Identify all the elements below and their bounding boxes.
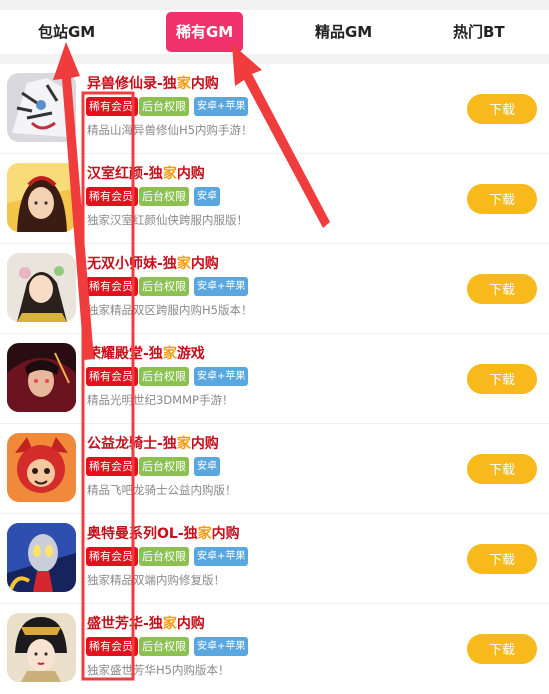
tag-platform: 安卓+苹果 [194,547,249,566]
tag-admin: 后台权限 [139,97,189,116]
tag-platform: 安卓+苹果 [194,277,249,296]
game-description: 独家精品双区跨服内购H5版本！ [87,303,253,317]
game-row[interactable]: 无双小师妹-独家内购 稀有会员 后台权限 安卓+苹果 独家精品双区跨服内购H5版… [0,244,549,334]
game-title[interactable]: 奥特曼系列OL-独家内购 [87,523,240,543]
tag-vip: 稀有会员 [86,547,138,566]
download-button[interactable]: 下载 [467,544,537,574]
tag-platform: 安卓+苹果 [194,367,249,386]
game-title[interactable]: 盛世芳华-独家内购 [87,613,205,633]
dragon-knight-game-icon[interactable] [7,433,76,502]
top-strip [0,0,549,10]
tag-platform: 安卓 [194,187,220,206]
tag-vip: 稀有会员 [86,97,138,116]
tag-admin: 后台权限 [139,547,189,566]
tag-platform: 安卓+苹果 [194,637,249,656]
tab-remen-bt[interactable]: 热门BT [453,12,505,52]
tag-vip: 稀有会员 [86,187,138,206]
tag-vip: 稀有会员 [86,637,138,656]
game-title[interactable]: 公益龙骑士-独家内购 [87,433,219,453]
game-title[interactable]: 异兽修仙录-独家内购 [87,73,219,93]
download-button[interactable]: 下载 [467,364,537,394]
tag-admin: 后台权限 [139,367,189,386]
tab-baozhan-gm[interactable]: 包站GM [38,12,95,52]
heroine-game-icon[interactable] [7,163,76,232]
game-row[interactable]: 公益龙骑士-独家内购 稀有会员 后台权限 安卓 精品飞吧龙骑士公益内购版！ 下载 [0,424,549,514]
game-row[interactable]: 汉室红颜-独家内购 稀有会员 后台权限 安卓 独家汉室红颜仙侠跨服内服版！ 下载 [0,154,549,244]
download-button[interactable]: 下载 [467,454,537,484]
tag-admin: 后台权限 [139,187,189,206]
download-button[interactable]: 下载 [467,94,537,124]
tag-vip: 稀有会员 [86,277,138,296]
game-row[interactable]: 盛世芳华-独家内购 稀有会员 后台权限 安卓+苹果 独家盛世芳华H5内购版本！ … [0,604,549,694]
game-row[interactable]: 奥特曼系列OL-独家内购 稀有会员 后台权限 安卓+苹果 独家精品双端内购修复版… [0,514,549,604]
tiger-game-icon[interactable] [7,73,76,142]
game-row[interactable]: 异兽修仙录-独家内购 稀有会员 后台权限 安卓+苹果 精品山海异兽修仙H5内购手… [0,64,549,154]
girl-game-icon[interactable] [7,253,76,322]
tag-platform: 安卓 [194,457,220,476]
tag-admin: 后台权限 [139,277,189,296]
game-description: 独家汉室红颜仙侠跨服内服版！ [87,213,248,227]
tag-admin: 后台权限 [139,457,189,476]
game-description: 独家盛世芳华H5内购版本！ [87,663,230,677]
game-title[interactable]: 荣耀殿堂-独家游戏 [87,343,205,363]
ultraman-game-icon[interactable] [7,523,76,592]
game-title[interactable]: 无双小师妹-独家内购 [87,253,219,273]
download-button[interactable]: 下载 [467,274,537,304]
empress-game-icon[interactable] [7,613,76,682]
tag-vip: 稀有会员 [86,457,138,476]
game-description: 精品山海异兽修仙H5内购手游！ [87,123,253,137]
tag-platform: 安卓+苹果 [194,97,249,116]
section-separator [0,54,549,64]
game-description: 精品光明世纪3DMMP手游！ [87,393,234,407]
tab-jingpin-gm[interactable]: 精品GM [315,12,372,52]
game-description: 精品飞吧龙骑士公益内购版！ [87,483,237,497]
tag-admin: 后台权限 [139,637,189,656]
game-title[interactable]: 汉室红颜-独家内购 [87,163,205,183]
warrior-game-icon[interactable] [7,343,76,412]
category-tabs: 包站GM 稀有GM 精品GM 热门BT [0,10,549,54]
download-button[interactable]: 下载 [467,634,537,664]
download-button[interactable]: 下载 [467,184,537,214]
tab-xiyou-gm[interactable]: 稀有GM [166,12,244,52]
game-description: 独家精品双端内购修复版！ [87,573,225,587]
game-row[interactable]: 荣耀殿堂-独家游戏 稀有会员 后台权限 安卓+苹果 精品光明世纪3DMMP手游！… [0,334,549,424]
tag-vip: 稀有会员 [86,367,138,386]
